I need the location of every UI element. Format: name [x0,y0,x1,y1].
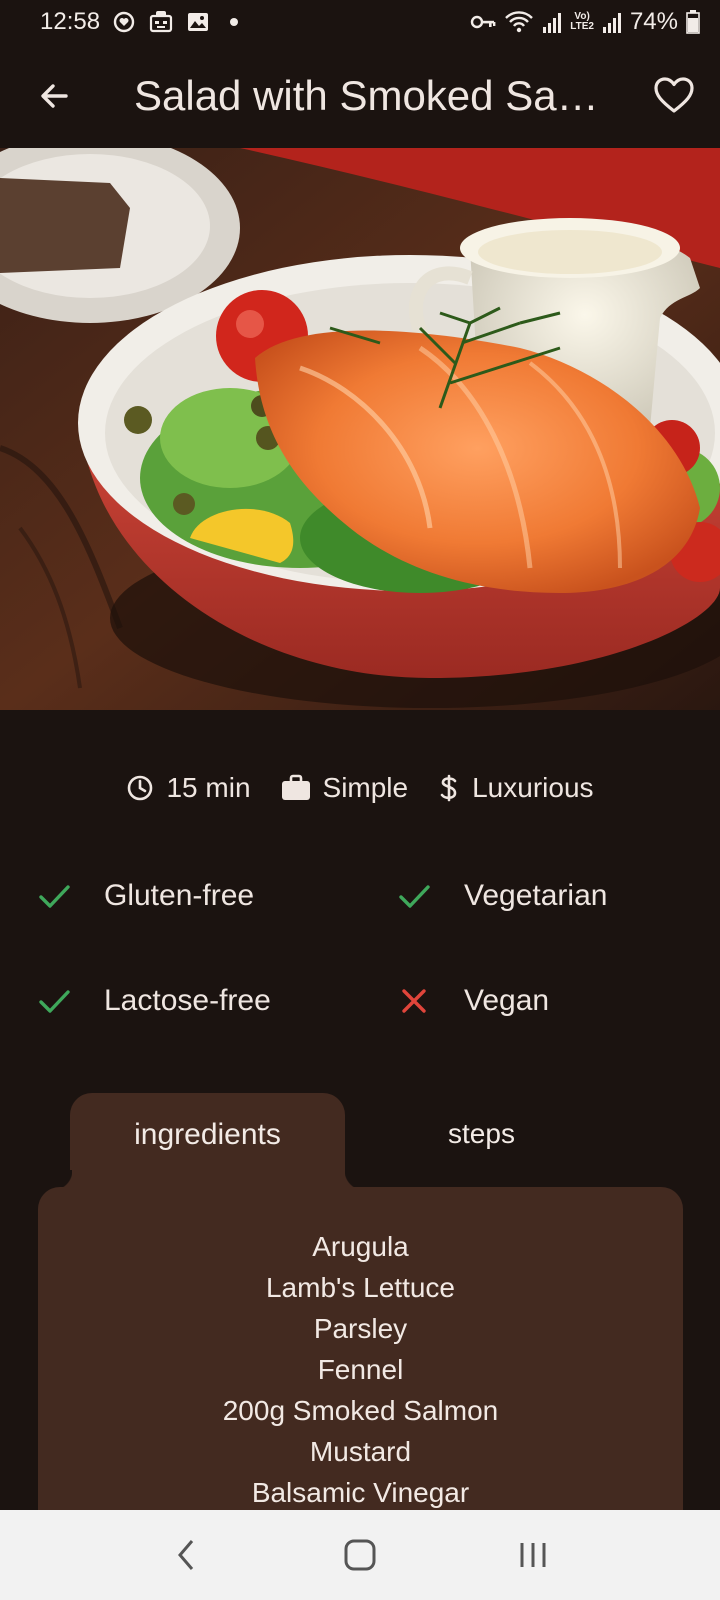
dollar-icon [440,774,457,802]
complexity-label: Simple [322,772,409,803]
diet-vegan: Vegan [394,981,549,1021]
diet-vegetarian: Vegetarian [394,876,607,916]
home-square-icon [344,1539,376,1571]
nav-recents-button[interactable] [503,1525,563,1585]
cross-icon [394,981,434,1021]
status-time: 12:58 [40,8,101,35]
chevron-left-icon [177,1540,193,1570]
diet-label: Vegan [464,984,550,1017]
list-item: Arugula [312,1231,409,1262]
recipe-photo [0,148,720,710]
list-item: Fennel [317,1354,404,1385]
list-item: 200g Smoked Salmon [222,1395,499,1426]
briefcase-icon [281,774,310,800]
diet-gluten-free: Gluten-free [34,876,254,916]
battery-icon [686,10,700,34]
signal-icon [602,11,622,33]
heart-outline-icon [654,77,694,113]
back-button[interactable] [30,72,78,120]
signal-icon [542,11,562,33]
nav-home-button[interactable] [330,1525,390,1585]
robot-icon [148,10,174,34]
recents-icon [520,1543,546,1567]
notification-dot-icon [230,18,239,26]
page-title: Salad with Smoked Salmon [134,72,604,119]
image-icon [186,10,210,34]
affordability: Luxurious [438,772,594,804]
check-icon [394,876,434,916]
diet-lactose-free: Lactose-free [34,981,271,1021]
lte-indicator: Vo) LTE2 [570,11,594,32]
list-item: Balsamic Vinegar [251,1477,470,1508]
recipe-meta: 15 min Simple Luxurious [0,762,720,814]
list-item: Parsley [313,1313,408,1344]
check-icon [34,981,74,1021]
duration: 15 min [126,772,251,804]
app-bar: Salad with Smoked Salmon [0,44,720,148]
duration-label: 15 min [166,772,251,803]
clock-icon [128,775,153,801]
favorite-button[interactable] [650,72,698,120]
diet-label: Gluten-free [104,879,255,912]
tab-steps[interactable]: steps [400,1118,563,1150]
check-icon [34,876,74,916]
ingredients-list: Arugula Lamb's Lettuce Parsley Fennel 20… [38,1226,683,1513]
status-bar: 12:58 Vo) LTE2 74% [0,0,720,44]
arrow-left-icon [41,84,68,108]
battery-percent: 74% [629,8,678,35]
diet-label: Vegetarian [464,879,608,912]
list-item: Lamb's Lettuce [265,1272,455,1303]
nav-back-button[interactable] [157,1525,217,1585]
complexity: Simple [281,772,409,804]
wifi-icon [504,10,534,34]
key-icon [470,12,496,32]
diet-label: Lactose-free [104,984,271,1017]
tab-ingredients-label[interactable]: ingredients [70,1118,345,1152]
system-nav-bar [0,1510,720,1600]
list-item: Mustard [309,1436,412,1467]
affordability-label: Luxurious [472,772,594,803]
shield-heart-icon [112,10,136,34]
